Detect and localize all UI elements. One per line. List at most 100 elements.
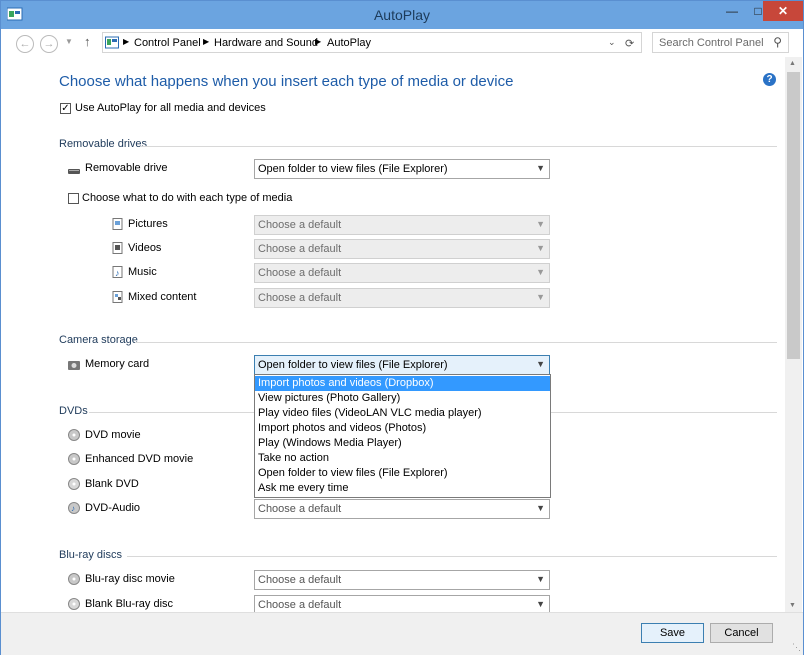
dvd-audio-select[interactable]: Choose a default ▼ — [254, 499, 550, 519]
breadcrumb-separator-icon: ▶ — [203, 37, 210, 46]
bluray-movie-icon — [68, 573, 80, 585]
breadcrumb-hardware-and-sound[interactable]: Hardware and Sound — [214, 37, 318, 49]
close-button[interactable]: ✕ — [763, 1, 803, 21]
removable-drive-icon — [68, 169, 80, 174]
removable-drive-select[interactable]: Open folder to view files (File Explorer… — [254, 159, 550, 179]
music-value: Choose a default — [258, 267, 342, 279]
dvd-movie-icon — [68, 429, 80, 441]
camera-storage-title: Camera storage — [59, 334, 138, 346]
music-icon: ♪ — [112, 266, 123, 278]
dropdown-option[interactable]: Ask me every time — [255, 481, 550, 496]
memory-card-dropdown-list: Import photos and videos (Dropbox) View … — [254, 374, 551, 498]
music-select[interactable]: Choose a default ▼ — [254, 263, 550, 283]
use-autoplay-checkbox[interactable]: ✓ — [60, 103, 71, 114]
blank-dvd-icon — [68, 478, 80, 490]
pictures-value: Choose a default — [258, 219, 342, 231]
autoplay-window: AutoPlay — □ ✕ ← → ▼ ↑ ▶ Control Panel ▶… — [0, 0, 804, 655]
blank-bluray-value: Choose a default — [258, 599, 342, 611]
dropdown-option[interactable]: Import photos and videos (Photos) — [255, 421, 550, 436]
breadcrumb-autoplay[interactable]: AutoPlay — [327, 37, 371, 49]
memory-card-value: Open folder to view files (File Explorer… — [258, 359, 448, 371]
forward-arrow-icon[interactable]: → — [40, 35, 58, 53]
videos-label: Videos — [128, 242, 162, 254]
dropdown-option[interactable]: View pictures (Photo Gallery) — [255, 391, 550, 406]
dropdown-option[interactable]: Play video files (VideoLAN VLC media pla… — [255, 406, 550, 421]
chevron-down-icon: ▼ — [536, 503, 545, 513]
dvd-movie-label: DVD movie — [85, 429, 141, 441]
chevron-down-icon: ▼ — [536, 243, 545, 253]
back-arrow-icon[interactable]: ← — [16, 35, 34, 53]
window-title: AutoPlay — [373, 7, 431, 23]
mixed-content-select[interactable]: Choose a default ▼ — [254, 288, 550, 308]
memory-card-select[interactable]: Open folder to view files (File Explorer… — [254, 355, 550, 375]
pictures-icon — [112, 218, 123, 230]
dropdown-option[interactable]: Play (Windows Media Player) — [255, 436, 550, 451]
bluray-movie-select[interactable]: Choose a default ▼ — [254, 570, 550, 590]
section-divider — [135, 342, 777, 343]
main-content: Choose what happens when you insert each… — [1, 57, 785, 615]
svg-text:♪: ♪ — [115, 268, 120, 278]
removable-drive-label: Removable drive — [85, 162, 168, 174]
dropdown-option[interactable]: Take no action — [255, 451, 550, 466]
navigation-bar: ← → ▼ ↑ ▶ Control Panel ▶ Hardware and S… — [1, 29, 803, 57]
scrollbar-thumb[interactable] — [787, 72, 800, 359]
dvds-title: DVDs — [59, 405, 88, 417]
minimize-button[interactable]: — — [719, 1, 745, 21]
address-dropdown-chevron-icon[interactable]: ⌄ — [608, 37, 616, 48]
search-input[interactable]: Search Control Panel — [659, 37, 764, 49]
up-arrow-icon[interactable]: ↑ — [84, 34, 91, 49]
dropdown-option[interactable]: Import photos and videos (Dropbox) — [255, 376, 550, 391]
blank-bluray-icon — [68, 598, 80, 610]
blank-dvd-label: Blank DVD — [85, 478, 139, 490]
removable-drive-value: Open folder to view files (File Explorer… — [258, 163, 448, 175]
mixed-content-value: Choose a default — [258, 292, 342, 304]
mixed-content-label: Mixed content — [128, 291, 197, 303]
bluray-movie-value: Choose a default — [258, 574, 342, 586]
dvd-audio-label: DVD-Audio — [85, 502, 141, 514]
save-button[interactable]: Save — [641, 623, 704, 643]
choose-per-media-checkbox[interactable] — [68, 193, 79, 204]
chevron-down-icon: ▼ — [536, 219, 545, 229]
scroll-up-icon[interactable]: ▲ — [789, 60, 796, 67]
videos-select[interactable]: Choose a default ▼ — [254, 239, 550, 259]
dvd-audio-icon: ♪ — [68, 502, 80, 514]
blank-bluray-label: Blank Blu-ray disc — [85, 598, 174, 610]
section-divider — [127, 556, 777, 557]
videos-value: Choose a default — [258, 243, 342, 255]
search-icon[interactable]: ⚲ — [773, 35, 782, 49]
resize-grip-icon[interactable]: ⋱ — [792, 642, 801, 653]
refresh-icon[interactable]: ⟳ — [625, 37, 634, 50]
svg-text:♪: ♪ — [71, 504, 75, 513]
chevron-down-icon: ▼ — [536, 267, 545, 277]
memory-card-icon — [68, 361, 80, 370]
pictures-select[interactable]: Choose a default ▼ — [254, 215, 550, 235]
chevron-down-icon: ▼ — [536, 574, 545, 584]
footer-bar: Save Cancel ⋱ — [1, 612, 803, 655]
bluray-title: Blu-ray discs — [59, 549, 122, 561]
vertical-scrollbar[interactable]: ▲ ▼ — [785, 57, 802, 612]
dvd-audio-value: Choose a default — [258, 503, 342, 515]
address-bar[interactable]: ▶ Control Panel ▶ Hardware and Sound ▶ A… — [102, 32, 642, 53]
title-bar[interactable]: AutoPlay — □ ✕ — [1, 1, 803, 29]
chevron-down-icon: ▼ — [536, 359, 545, 369]
videos-icon — [112, 242, 123, 254]
music-label: Music — [128, 266, 157, 278]
breadcrumb-separator-icon: ▶ — [123, 37, 130, 46]
choose-per-media-label[interactable]: Choose what to do with each type of medi… — [82, 192, 292, 204]
breadcrumb-separator-icon: ▶ — [315, 37, 322, 46]
help-icon[interactable]: ? — [763, 73, 776, 86]
search-box[interactable]: Search Control Panel ⚲ — [652, 32, 789, 53]
enhanced-dvd-icon — [68, 453, 80, 465]
chevron-down-icon: ▼ — [536, 292, 545, 302]
scroll-down-icon[interactable]: ▼ — [789, 602, 796, 609]
use-autoplay-label[interactable]: Use AutoPlay for all media and devices — [75, 102, 266, 114]
memory-card-label: Memory card — [85, 358, 150, 370]
recent-locations-chevron-icon[interactable]: ▼ — [65, 37, 73, 46]
chevron-down-icon: ▼ — [536, 163, 545, 173]
section-divider — [141, 146, 777, 147]
dropdown-option[interactable]: Open folder to view files (File Explorer… — [255, 466, 550, 481]
cancel-button[interactable]: Cancel — [710, 623, 773, 643]
bluray-movie-label: Blu-ray disc movie — [85, 573, 175, 585]
pictures-label: Pictures — [128, 218, 168, 230]
breadcrumb-control-panel[interactable]: Control Panel — [134, 37, 201, 49]
